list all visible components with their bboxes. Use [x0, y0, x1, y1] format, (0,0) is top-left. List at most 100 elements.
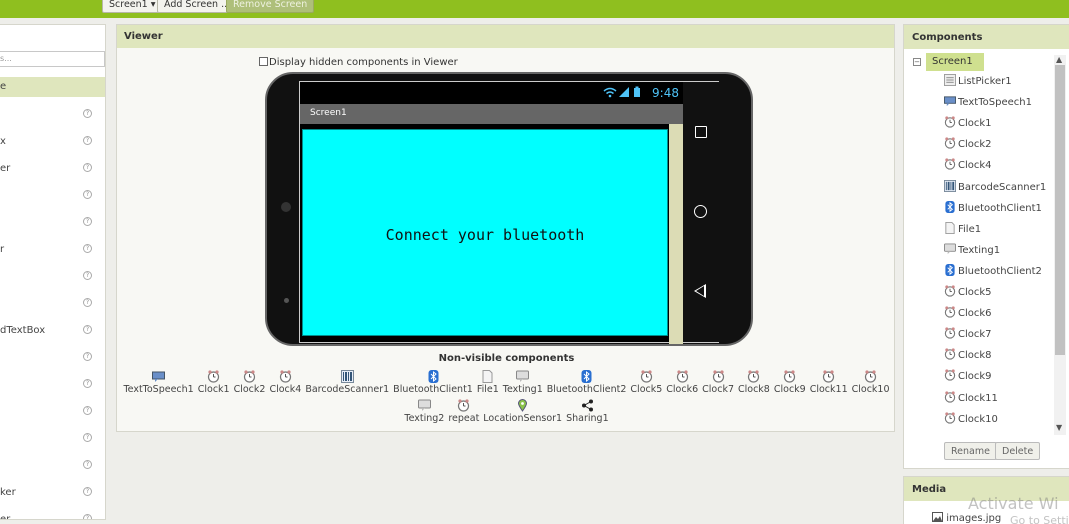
- media-file-item[interactable]: images.jpg: [932, 512, 1001, 524]
- palette-item[interactable]: ker?: [0, 487, 105, 507]
- tree-item[interactable]: ListPicker1: [944, 74, 1054, 92]
- palette-item[interactable]: ?: [0, 433, 105, 453]
- components-panel: Components − Screen1 ListPicker1 TextToSp…: [903, 24, 1069, 469]
- remove-screen-button[interactable]: Remove Screen: [226, 0, 315, 13]
- help-icon[interactable]: ?: [83, 406, 92, 415]
- tree-item[interactable]: Clock4: [944, 158, 1054, 176]
- palette-item[interactable]: ?: [0, 460, 105, 480]
- help-icon[interactable]: ?: [83, 433, 92, 442]
- help-icon[interactable]: ?: [83, 217, 92, 226]
- palette-item[interactable]: r?: [0, 244, 105, 264]
- palette-item[interactable]: x?: [0, 136, 105, 156]
- nonvisible-component[interactable]: Clock8: [738, 370, 770, 395]
- help-icon[interactable]: ?: [83, 487, 92, 496]
- nonvisible-component[interactable]: Clock11: [810, 370, 848, 395]
- nonvisible-component-label: Texting1: [502, 384, 543, 395]
- tree-item-label: Texting1: [958, 244, 1001, 256]
- display-hidden-checkbox[interactable]: Display hidden components in Viewer: [259, 57, 458, 68]
- nonvisible-component[interactable]: BluetoothClient2: [547, 370, 626, 395]
- palette-item[interactable]: ?: [0, 190, 105, 210]
- nonvisible-component[interactable]: Clock6: [666, 370, 698, 395]
- tree-item[interactable]: BluetoothClient1: [944, 200, 1054, 219]
- screen-select-dropdown[interactable]: Screen1 ▾: [102, 0, 163, 13]
- palette-item[interactable]: ?: [0, 271, 105, 291]
- tree-item-label: Clock7: [958, 329, 992, 341]
- help-icon[interactable]: ?: [83, 325, 92, 334]
- nonvisible-component[interactable]: Clock10: [852, 370, 890, 395]
- nonvisible-component[interactable]: TextToSpeech1: [123, 370, 194, 395]
- tree-item[interactable]: Clock6: [944, 306, 1054, 324]
- tree-item[interactable]: Clock10: [944, 411, 1054, 430]
- nonvisible-component-label: BluetoothClient1: [393, 384, 473, 395]
- status-time: 9:48: [652, 86, 679, 100]
- tree-item[interactable]: Clock2: [944, 137, 1054, 155]
- nonvisible-component[interactable]: Clock2: [234, 370, 265, 395]
- scroll-thumb[interactable]: [1055, 65, 1065, 355]
- help-icon[interactable]: ?: [83, 244, 92, 253]
- help-icon[interactable]: ?: [83, 190, 92, 199]
- scroll-up-icon[interactable]: ▲: [1056, 55, 1062, 64]
- share-icon: [581, 399, 594, 412]
- nonvisible-component[interactable]: LocationSensor1: [483, 399, 562, 424]
- rename-button[interactable]: Rename: [944, 442, 997, 460]
- tree-item[interactable]: Clock1: [944, 116, 1054, 134]
- tree-item[interactable]: Texting1: [944, 243, 1054, 261]
- tree-item[interactable]: BluetoothClient2: [944, 263, 1054, 282]
- palette-item[interactable]: ?: [0, 109, 105, 129]
- palette-item[interactable]: ?: [0, 217, 105, 237]
- help-icon[interactable]: ?: [83, 460, 92, 469]
- nonvisible-component[interactable]: Clock7: [702, 370, 734, 395]
- tree-item-label: Clock9: [958, 371, 992, 383]
- help-icon[interactable]: ?: [83, 136, 92, 145]
- tree-item-label: Clock8: [958, 350, 992, 362]
- tree-root-label: Screen1: [932, 56, 973, 67]
- palette-item[interactable]: ?: [0, 298, 105, 318]
- help-icon[interactable]: ?: [83, 514, 92, 519]
- tree-item[interactable]: Clock7: [944, 327, 1054, 345]
- help-icon[interactable]: ?: [83, 298, 92, 307]
- help-icon[interactable]: ?: [83, 352, 92, 361]
- scroll-down-icon[interactable]: ▼: [1056, 423, 1062, 432]
- collapse-icon[interactable]: −: [913, 58, 921, 66]
- checkbox-box[interactable]: [259, 57, 268, 66]
- help-icon[interactable]: ?: [83, 109, 92, 118]
- nonvisible-row-2: Texting2 repeat LocationSensor1 Sharing1: [117, 399, 896, 424]
- palette-item-label: r: [0, 244, 5, 255]
- bluetooth-label-component[interactable]: Connect your bluetooth: [302, 129, 668, 336]
- delete-button[interactable]: Delete: [995, 442, 1041, 460]
- palette-item[interactable]: er?: [0, 163, 105, 183]
- components-scrollbar[interactable]: ▲ ▼: [1054, 55, 1066, 435]
- palette-item[interactable]: ?: [0, 379, 105, 399]
- nonvisible-component[interactable]: Texting1: [503, 370, 543, 395]
- palette-item[interactable]: ?: [0, 352, 105, 372]
- palette-category-header[interactable]: e: [0, 77, 105, 97]
- nonvisible-component[interactable]: repeat: [448, 399, 479, 424]
- nonvisible-component[interactable]: Clock5: [630, 370, 662, 395]
- palette-item[interactable]: dTextBox?: [0, 325, 105, 345]
- tree-item[interactable]: Clock8: [944, 348, 1054, 366]
- tree-item[interactable]: Clock11: [944, 390, 1054, 409]
- palette-item[interactable]: ?: [0, 406, 105, 426]
- nonvisible-component[interactable]: Clock1: [198, 370, 230, 395]
- tree-root-screen1[interactable]: Screen1: [926, 53, 984, 71]
- clock-icon: [712, 370, 725, 383]
- tree-item[interactable]: TextToSpeech1: [944, 95, 1054, 113]
- help-icon[interactable]: ?: [83, 379, 92, 388]
- help-icon[interactable]: ?: [83, 271, 92, 280]
- nonvisible-component[interactable]: Sharing1: [566, 399, 609, 424]
- nonvisible-component[interactable]: Clock4: [269, 370, 301, 395]
- tree-item[interactable]: BarcodeScanner1: [944, 179, 1054, 198]
- phone-screen: 9:48 Screen1 Connect your bluetooth: [299, 81, 719, 344]
- help-icon[interactable]: ?: [83, 163, 92, 172]
- palette-item[interactable]: er?: [0, 514, 105, 519]
- tree-item[interactable]: Clock9: [944, 369, 1054, 387]
- nonvisible-component[interactable]: Clock9: [774, 370, 806, 395]
- nonvisible-component[interactable]: Texting2: [404, 399, 444, 424]
- tree-item[interactable]: Clock5: [944, 285, 1054, 303]
- nonvisible-component[interactable]: BarcodeScanner1: [305, 370, 389, 395]
- nonvisible-component[interactable]: BluetoothClient1: [393, 370, 473, 395]
- nonvisible-component-label: Clock10: [851, 384, 890, 395]
- palette-search-input[interactable]: s...: [0, 51, 105, 67]
- tree-item[interactable]: File1: [944, 221, 1054, 240]
- nonvisible-component[interactable]: File1: [477, 370, 499, 395]
